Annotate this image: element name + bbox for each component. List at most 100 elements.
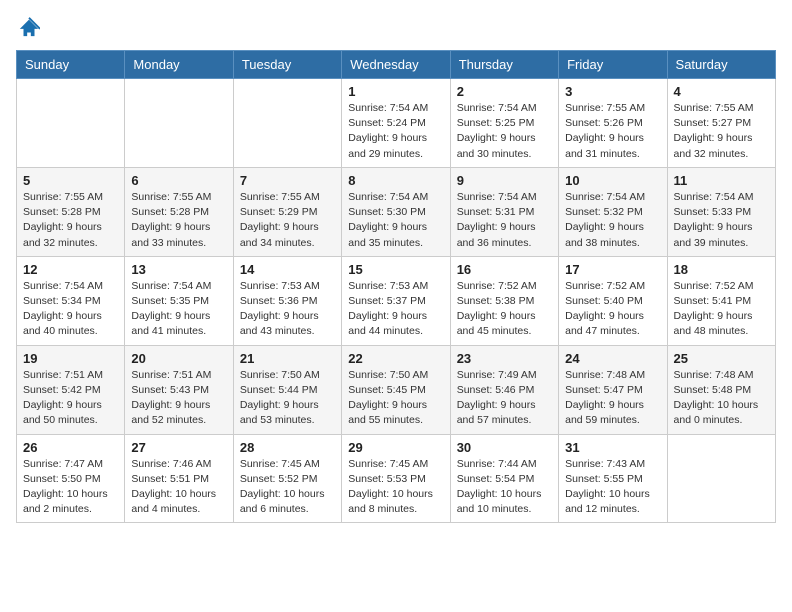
calendar-week-row-2: 5 Sunrise: 7:55 AM Sunset: 5:28 PM Daylig… <box>17 167 776 256</box>
calendar-cell: 20 Sunrise: 7:51 AM Sunset: 5:43 PM Dayli… <box>125 345 233 434</box>
page-header <box>16 16 776 38</box>
day-number: 7 <box>240 173 335 188</box>
day-header-sunday: Sunday <box>17 51 125 79</box>
day-header-thursday: Thursday <box>450 51 558 79</box>
day-header-saturday: Saturday <box>667 51 775 79</box>
calendar-cell: 9 Sunrise: 7:54 AM Sunset: 5:31 PM Daylig… <box>450 167 558 256</box>
day-number: 15 <box>348 262 443 277</box>
calendar-cell <box>17 79 125 168</box>
day-number: 14 <box>240 262 335 277</box>
calendar-cell: 16 Sunrise: 7:52 AM Sunset: 5:38 PM Dayli… <box>450 256 558 345</box>
day-info: Sunrise: 7:55 AM Sunset: 5:27 PM Dayligh… <box>674 101 769 162</box>
day-number: 12 <box>23 262 118 277</box>
day-number: 9 <box>457 173 552 188</box>
calendar-cell: 15 Sunrise: 7:53 AM Sunset: 5:37 PM Dayli… <box>342 256 450 345</box>
day-number: 3 <box>565 84 660 99</box>
day-info: Sunrise: 7:48 AM Sunset: 5:47 PM Dayligh… <box>565 368 660 429</box>
calendar-cell: 19 Sunrise: 7:51 AM Sunset: 5:42 PM Dayli… <box>17 345 125 434</box>
day-info: Sunrise: 7:45 AM Sunset: 5:53 PM Dayligh… <box>348 457 443 518</box>
calendar-cell <box>125 79 233 168</box>
day-info: Sunrise: 7:54 AM Sunset: 5:34 PM Dayligh… <box>23 279 118 340</box>
day-info: Sunrise: 7:54 AM Sunset: 5:31 PM Dayligh… <box>457 190 552 251</box>
day-info: Sunrise: 7:54 AM Sunset: 5:32 PM Dayligh… <box>565 190 660 251</box>
calendar-week-row-3: 12 Sunrise: 7:54 AM Sunset: 5:34 PM Dayli… <box>17 256 776 345</box>
calendar-cell: 22Sunrise: 7:50 AM Sunset: 5:45 PM Dayli… <box>342 345 450 434</box>
day-number: 13 <box>131 262 226 277</box>
day-info: Sunrise: 7:55 AM Sunset: 5:29 PM Dayligh… <box>240 190 335 251</box>
day-info: Sunrise: 7:49 AM Sunset: 5:46 PM Dayligh… <box>457 368 552 429</box>
calendar-header-row: SundayMondayTuesdayWednesdayThursdayFrid… <box>17 51 776 79</box>
day-header-monday: Monday <box>125 51 233 79</box>
calendar-table: SundayMondayTuesdayWednesdayThursdayFrid… <box>16 50 776 523</box>
day-info: Sunrise: 7:53 AM Sunset: 5:36 PM Dayligh… <box>240 279 335 340</box>
calendar-cell: 29 Sunrise: 7:45 AM Sunset: 5:53 PM Dayli… <box>342 434 450 523</box>
calendar-cell: 11 Sunrise: 7:54 AM Sunset: 5:33 PM Dayli… <box>667 167 775 256</box>
calendar-week-row-5: 26Sunrise: 7:47 AM Sunset: 5:50 PM Dayli… <box>17 434 776 523</box>
day-info: Sunrise: 7:53 AM Sunset: 5:37 PM Dayligh… <box>348 279 443 340</box>
day-info: Sunrise: 7:54 AM Sunset: 5:33 PM Dayligh… <box>674 190 769 251</box>
day-info: Sunrise: 7:46 AM Sunset: 5:51 PM Dayligh… <box>131 457 226 518</box>
calendar-cell: 5 Sunrise: 7:55 AM Sunset: 5:28 PM Daylig… <box>17 167 125 256</box>
calendar-cell: 17Sunrise: 7:52 AM Sunset: 5:40 PM Dayli… <box>559 256 667 345</box>
day-info: Sunrise: 7:43 AM Sunset: 5:55 PM Dayligh… <box>565 457 660 518</box>
day-header-friday: Friday <box>559 51 667 79</box>
day-number: 17 <box>565 262 660 277</box>
day-header-wednesday: Wednesday <box>342 51 450 79</box>
calendar-cell: 14 Sunrise: 7:53 AM Sunset: 5:36 PM Dayli… <box>233 256 341 345</box>
day-number: 24 <box>565 351 660 366</box>
day-header-tuesday: Tuesday <box>233 51 341 79</box>
day-number: 27 <box>131 440 226 455</box>
day-number: 2 <box>457 84 552 99</box>
day-number: 29 <box>348 440 443 455</box>
day-info: Sunrise: 7:44 AM Sunset: 5:54 PM Dayligh… <box>457 457 552 518</box>
day-number: 28 <box>240 440 335 455</box>
calendar-cell: 8 Sunrise: 7:54 AM Sunset: 5:30 PM Daylig… <box>342 167 450 256</box>
day-number: 8 <box>348 173 443 188</box>
day-number: 20 <box>131 351 226 366</box>
calendar-cell: 12 Sunrise: 7:54 AM Sunset: 5:34 PM Dayli… <box>17 256 125 345</box>
calendar-cell: 18Sunrise: 7:52 AM Sunset: 5:41 PM Dayli… <box>667 256 775 345</box>
calendar-cell: 21 Sunrise: 7:50 AM Sunset: 5:44 PM Dayli… <box>233 345 341 434</box>
calendar-cell: 26Sunrise: 7:47 AM Sunset: 5:50 PM Dayli… <box>17 434 125 523</box>
calendar-cell: 10 Sunrise: 7:54 AM Sunset: 5:32 PM Dayli… <box>559 167 667 256</box>
calendar-cell: 31 Sunrise: 7:43 AM Sunset: 5:55 PM Dayli… <box>559 434 667 523</box>
calendar-cell: 3 Sunrise: 7:55 AM Sunset: 5:26 PM Daylig… <box>559 79 667 168</box>
day-info: Sunrise: 7:50 AM Sunset: 5:44 PM Dayligh… <box>240 368 335 429</box>
day-info: Sunrise: 7:52 AM Sunset: 5:38 PM Dayligh… <box>457 279 552 340</box>
calendar-cell: 23Sunrise: 7:49 AM Sunset: 5:46 PM Dayli… <box>450 345 558 434</box>
day-number: 30 <box>457 440 552 455</box>
day-info: Sunrise: 7:55 AM Sunset: 5:26 PM Dayligh… <box>565 101 660 162</box>
day-info: Sunrise: 7:45 AM Sunset: 5:52 PM Dayligh… <box>240 457 335 518</box>
day-number: 11 <box>674 173 769 188</box>
calendar-cell: 2 Sunrise: 7:54 AM Sunset: 5:25 PM Daylig… <box>450 79 558 168</box>
calendar-cell: 25Sunrise: 7:48 AM Sunset: 5:48 PM Dayli… <box>667 345 775 434</box>
day-info: Sunrise: 7:54 AM Sunset: 5:24 PM Dayligh… <box>348 101 443 162</box>
day-number: 1 <box>348 84 443 99</box>
day-number: 16 <box>457 262 552 277</box>
day-info: Sunrise: 7:52 AM Sunset: 5:41 PM Dayligh… <box>674 279 769 340</box>
calendar-cell: 6Sunrise: 7:55 AM Sunset: 5:28 PM Daylig… <box>125 167 233 256</box>
day-info: Sunrise: 7:54 AM Sunset: 5:25 PM Dayligh… <box>457 101 552 162</box>
day-info: Sunrise: 7:47 AM Sunset: 5:50 PM Dayligh… <box>23 457 118 518</box>
day-number: 5 <box>23 173 118 188</box>
calendar-cell: 30 Sunrise: 7:44 AM Sunset: 5:54 PM Dayli… <box>450 434 558 523</box>
day-number: 25 <box>674 351 769 366</box>
day-info: Sunrise: 7:55 AM Sunset: 5:28 PM Dayligh… <box>23 190 118 251</box>
day-number: 21 <box>240 351 335 366</box>
day-info: Sunrise: 7:50 AM Sunset: 5:45 PM Dayligh… <box>348 368 443 429</box>
day-number: 19 <box>23 351 118 366</box>
day-number: 10 <box>565 173 660 188</box>
day-info: Sunrise: 7:54 AM Sunset: 5:30 PM Dayligh… <box>348 190 443 251</box>
calendar-cell <box>233 79 341 168</box>
calendar-cell: 27 Sunrise: 7:46 AM Sunset: 5:51 PM Dayli… <box>125 434 233 523</box>
calendar-cell: 4Sunrise: 7:55 AM Sunset: 5:27 PM Daylig… <box>667 79 775 168</box>
calendar-cell: 24 Sunrise: 7:48 AM Sunset: 5:47 PM Dayli… <box>559 345 667 434</box>
day-number: 31 <box>565 440 660 455</box>
calendar-cell: 7 Sunrise: 7:55 AM Sunset: 5:29 PM Daylig… <box>233 167 341 256</box>
day-info: Sunrise: 7:51 AM Sunset: 5:42 PM Dayligh… <box>23 368 118 429</box>
calendar-cell: 1 Sunrise: 7:54 AM Sunset: 5:24 PM Daylig… <box>342 79 450 168</box>
day-info: Sunrise: 7:55 AM Sunset: 5:28 PM Dayligh… <box>131 190 226 251</box>
logo <box>16 16 40 38</box>
calendar-week-row-4: 19 Sunrise: 7:51 AM Sunset: 5:42 PM Dayli… <box>17 345 776 434</box>
day-info: Sunrise: 7:51 AM Sunset: 5:43 PM Dayligh… <box>131 368 226 429</box>
